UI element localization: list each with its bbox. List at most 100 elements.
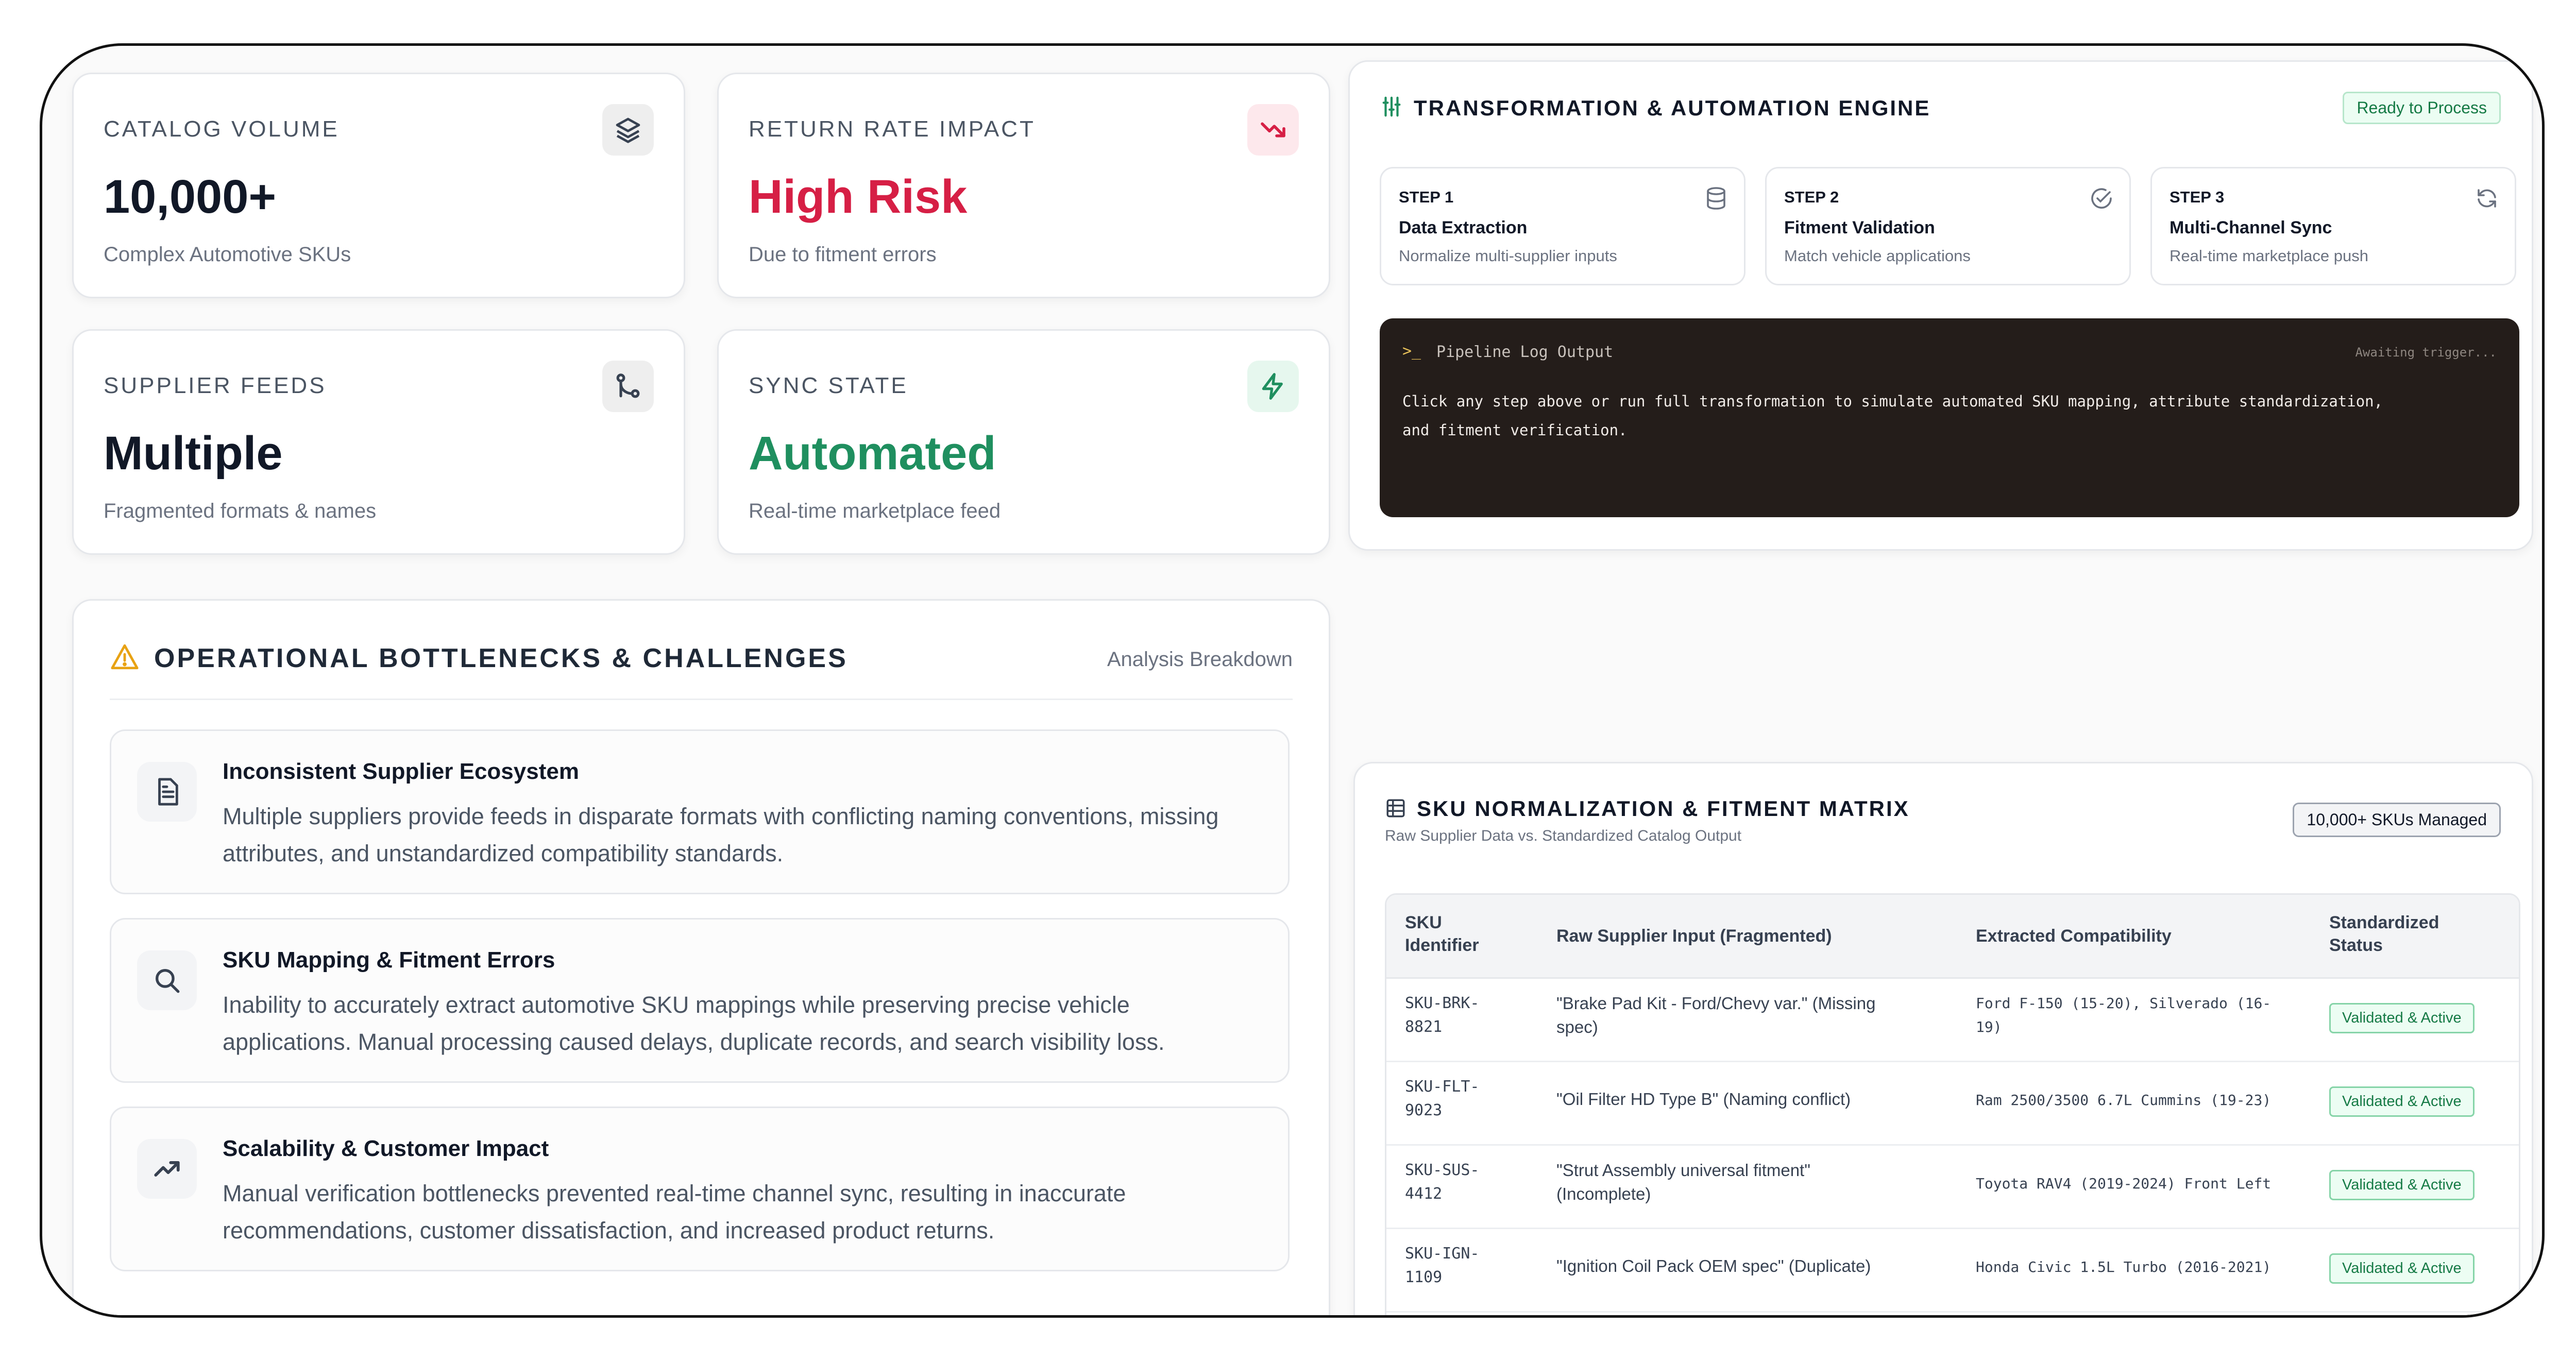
stat-label: SYNC STATE	[749, 373, 908, 398]
cell-compatibility: Ford F-150 (15-20), Silverado (16- 19)	[1976, 992, 2271, 1039]
search-icon	[137, 950, 197, 1010]
terminal-prompt-icon: >_	[1402, 342, 1421, 360]
column-header-raw-input: Raw Supplier Input (Fragmented)	[1556, 926, 1832, 946]
table-row[interactable]: SKU-SUS- 4412 "Strut Assembly universal …	[1386, 1144, 2519, 1229]
cell-sku: SKU-SUS- 4412	[1405, 1159, 1480, 1206]
cell-line: spec)	[1556, 1017, 1598, 1036]
step-card-fitment-validation[interactable]: STEP 2 Fitment Validation Match vehicle …	[1765, 167, 2131, 285]
cell-line: Honda Civic 1.5L Turbo (2016-2021)	[1976, 1258, 2272, 1275]
database-icon	[1707, 187, 1725, 210]
table-row[interactable]: SKU-BRK- 8821 "Brake Pad Kit - Ford/Chev…	[1386, 977, 2519, 1062]
step-title: Data Extraction	[1399, 218, 1528, 237]
sliders-icon	[1380, 95, 1403, 118]
stat-label: RETURN RATE IMPACT	[749, 116, 1036, 142]
cell-line: SKU-SUS-	[1405, 1161, 1480, 1179]
log-message-line: Click any step above or run full transfo…	[1402, 393, 2383, 410]
cell-line: "Oil Filter HD Type B" (Naming conflict)	[1556, 1090, 1851, 1109]
column-header-status: Standardized Status	[2329, 911, 2439, 957]
stat-label: SUPPLIER FEEDS	[104, 373, 327, 398]
status-badge: Validated & Active	[2329, 1003, 2475, 1033]
status-badge: Validated & Active	[2329, 1086, 2475, 1117]
challenges-title: OPERATIONAL BOTTLENECKS & CHALLENGES	[154, 643, 848, 673]
cell-line: (Incomplete)	[1556, 1184, 1651, 1203]
stat-subtext: Due to fitment errors	[749, 243, 937, 266]
table-grid-icon	[1385, 797, 1406, 819]
stat-value: Automated	[749, 427, 996, 480]
trending-up-icon	[137, 1139, 197, 1199]
log-title: Pipeline Log Output	[1436, 343, 1614, 361]
cell-compatibility: Honda Civic 1.5L Turbo (2016-2021)	[1976, 1255, 2271, 1279]
step-subtitle: Match vehicle applications	[1784, 247, 1971, 265]
stat-value: High Risk	[749, 171, 968, 223]
pipeline-log-console: >_ Pipeline Log Output Awaiting trigger.…	[1380, 318, 2519, 517]
sku-matrix-table: SKU Identifier Raw Supplier Input (Fragm…	[1385, 893, 2520, 1315]
cell-raw-input: "Brake Pad Kit - Ford/Chevy var." (Missi…	[1556, 992, 1875, 1039]
engine-title: TRANSFORMATION & AUTOMATION ENGINE	[1414, 96, 1931, 120]
table-header: SKU Identifier Raw Supplier Input (Fragm…	[1386, 895, 2519, 979]
git-merge-icon	[602, 361, 654, 412]
skus-managed-badge: 10,000+ SKUs Managed	[2293, 803, 2501, 837]
status-badge: Validated & Active	[2329, 1253, 2475, 1284]
challenge-item-sku-mapping: SKU Mapping & Fitment Errors Inability t…	[110, 918, 1290, 1083]
step-subtitle: Real-time marketplace push	[2170, 247, 2368, 265]
stat-card-sync-state: SYNC STATE Automated Real-time marketpla…	[717, 329, 1330, 555]
cell-sku: SKU-FLT- 9023	[1405, 1075, 1480, 1122]
cell-line: 4412	[1405, 1185, 1443, 1203]
cell-line: 9023	[1405, 1101, 1443, 1119]
trending-down-icon	[1247, 104, 1299, 156]
cell-line: Toyota RAV4 (2019-2024) Front Left	[1976, 1175, 2272, 1192]
cell-line: Ford F-150 (15-20), Silverado (16-	[1976, 995, 2272, 1012]
sku-matrix-panel: SKU NORMALIZATION & FITMENT MATRIX Raw S…	[1353, 762, 2533, 1315]
matrix-subtitle: Raw Supplier Data vs. Standardized Catal…	[1385, 827, 1742, 844]
cell-line: 8821	[1405, 1018, 1443, 1036]
cell-compatibility: Ram 2500/3500 6.7L Cummins (19-23)	[1976, 1088, 2271, 1112]
column-header-line: Identifier	[1405, 935, 1479, 955]
step-number: STEP 1	[1399, 188, 1454, 206]
challenges-panel: OPERATIONAL BOTTLENECKS & CHALLENGES Ana…	[72, 599, 1330, 1315]
stat-label: CATALOG VOLUME	[104, 116, 340, 142]
dashboard-frame: CATALOG VOLUME 10,000+ Complex Automotiv…	[40, 43, 2545, 1318]
challenge-item-scalability: Scalability & Customer Impact Manual ver…	[110, 1107, 1290, 1271]
step-card-multi-channel-sync[interactable]: STEP 3 Multi-Channel Sync Real-time mark…	[2150, 167, 2516, 285]
matrix-title: SKU NORMALIZATION & FITMENT MATRIX	[1417, 796, 1910, 821]
stat-subtext: Complex Automotive SKUs	[104, 243, 351, 266]
step-card-data-extraction[interactable]: STEP 1 Data Extraction Normalize multi-s…	[1380, 167, 1745, 285]
stat-value: Multiple	[104, 427, 283, 480]
stat-card-return-rate: RETURN RATE IMPACT High Risk Due to fitm…	[717, 73, 1330, 298]
divider	[110, 699, 1293, 700]
cell-compatibility: Toyota RAV4 (2019-2024) Front Left	[1976, 1172, 2271, 1196]
table-row[interactable]: SKU-FLT- 9023 "Oil Filter HD Type B" (Na…	[1386, 1061, 2519, 1146]
step-title: Multi-Channel Sync	[2170, 218, 2332, 237]
challenge-description: Manual verification bottlenecks prevente…	[223, 1180, 1126, 1244]
stat-card-supplier-feeds: SUPPLIER FEEDS Multiple Fragmented forma…	[72, 329, 685, 555]
challenge-description: Multiple suppliers provide feeds in disp…	[223, 803, 1219, 866]
cell-line: 1109	[1405, 1268, 1443, 1286]
lightning-icon	[1247, 361, 1299, 412]
column-header-line: Status	[2329, 935, 2383, 955]
column-header-sku: SKU Identifier	[1405, 911, 1479, 957]
table-row[interactable]: SKU-IGN- 1109 "Ignition Coil Pack OEM sp…	[1386, 1228, 2519, 1313]
column-header-line: SKU	[1405, 913, 1442, 932]
automation-engine-panel: TRANSFORMATION & AUTOMATION ENGINE Ready…	[1348, 60, 2533, 551]
challenge-title: Inconsistent Supplier Ecosystem	[223, 759, 579, 784]
cell-line: "Brake Pad Kit - Ford/Chevy var." (Missi…	[1556, 994, 1876, 1013]
challenge-description: Inability to accurately extract automoti…	[223, 992, 1165, 1055]
cell-raw-input: "Oil Filter HD Type B" (Naming conflict)	[1556, 1087, 1851, 1111]
refresh-icon	[2478, 189, 2496, 208]
cell-line: SKU-BRK-	[1405, 994, 1480, 1012]
document-icon	[137, 762, 197, 822]
stat-card-catalog-volume: CATALOG VOLUME 10,000+ Complex Automotiv…	[72, 73, 685, 298]
cell-line: 19)	[1976, 1018, 2002, 1035]
stat-subtext: Real-time marketplace feed	[749, 500, 1001, 522]
challenge-item-supplier-ecosystem: Inconsistent Supplier Ecosystem Multiple…	[110, 729, 1290, 894]
step-subtitle: Normalize multi-supplier inputs	[1399, 247, 1617, 265]
cell-line: Ram 2500/3500 6.7L Cummins (19-23)	[1976, 1092, 2272, 1109]
warning-icon	[110, 642, 140, 672]
cell-sku: SKU-BRK- 8821	[1405, 992, 1480, 1039]
stat-value: 10,000+	[104, 171, 277, 223]
log-message-line: and fitment verification.	[1402, 421, 1628, 439]
stat-subtext: Fragmented formats & names	[104, 500, 377, 522]
challenges-meta: Analysis Breakdown	[1107, 648, 1293, 671]
log-status: Awaiting trigger...	[2355, 345, 2497, 360]
cell-sku: SKU-IGN- 1109	[1405, 1242, 1480, 1289]
